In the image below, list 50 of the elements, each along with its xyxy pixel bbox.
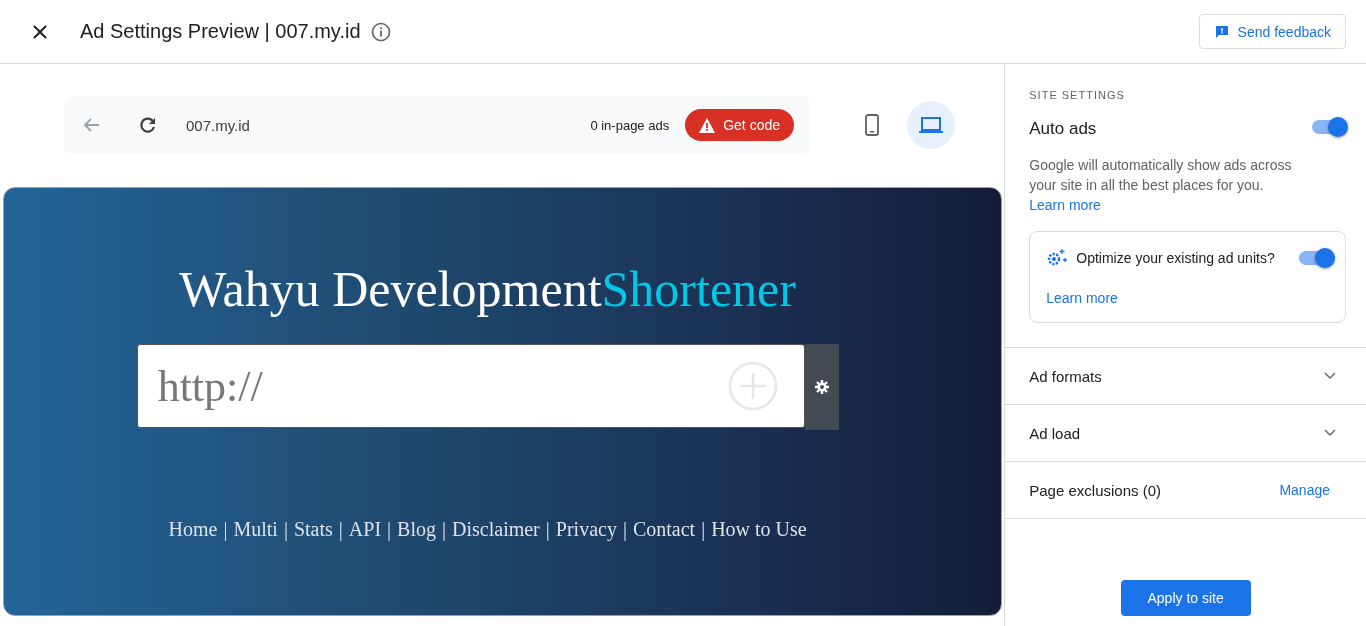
send-feedback-button[interactable]: Send feedback bbox=[1198, 14, 1346, 49]
nav-separator: | bbox=[701, 518, 706, 541]
page-title: Ad Settings Preview | 007.my.id bbox=[80, 20, 361, 43]
nav-link[interactable]: Home bbox=[168, 518, 218, 541]
manage-link[interactable]: Manage bbox=[1279, 482, 1330, 498]
warning-icon bbox=[699, 117, 716, 133]
chevron-down-icon[interactable] bbox=[1324, 429, 1336, 437]
nav-separator: | bbox=[387, 518, 392, 541]
nav-link[interactable]: API bbox=[348, 518, 382, 541]
get-code-button[interactable]: Get code bbox=[685, 109, 794, 141]
ads-count: 0 in-page ads bbox=[590, 117, 670, 133]
learn-more-link[interactable]: Learn more bbox=[1029, 197, 1101, 213]
refresh-icon[interactable] bbox=[138, 115, 158, 135]
auto-ads-description: Google will automatically show ads across your site in all the best places for you. Learn more bbox=[1029, 156, 1293, 215]
nav-link[interactable]: Stats bbox=[293, 518, 333, 541]
optimize-toggle[interactable] bbox=[1299, 251, 1333, 265]
close-icon[interactable] bbox=[32, 23, 48, 40]
nav-separator: | bbox=[338, 518, 343, 541]
nav-separator: | bbox=[223, 518, 228, 541]
url-input-field[interactable]: http:// bbox=[136, 344, 805, 428]
nav-separator: | bbox=[545, 518, 550, 541]
nav-link[interactable]: Contact bbox=[632, 518, 696, 541]
section-title: Ad formats bbox=[1029, 367, 1102, 385]
section-title: Page exclusions (0) bbox=[1029, 481, 1161, 499]
nav-link[interactable]: How to Use bbox=[711, 518, 807, 541]
laptop-icon bbox=[919, 116, 943, 134]
feedback-icon bbox=[1213, 23, 1230, 40]
nav-separator: | bbox=[442, 518, 447, 541]
site-title: Wahyu DevelopmentShortener bbox=[179, 260, 796, 318]
laptop-view-button[interactable] bbox=[907, 101, 955, 149]
nav-link[interactable]: Blog bbox=[397, 518, 436, 541]
chevron-down-icon[interactable] bbox=[1324, 372, 1336, 380]
learn-more-link[interactable]: Learn more bbox=[1046, 290, 1333, 306]
nav-separator: | bbox=[622, 518, 627, 541]
phone-icon bbox=[865, 114, 879, 136]
optimize-label: Optimize your existing ad units? bbox=[1076, 250, 1275, 266]
nav-link[interactable]: Disclaimer bbox=[452, 518, 540, 541]
gear-icon bbox=[814, 380, 829, 394]
preview-url: 007.my.id bbox=[186, 116, 250, 134]
auto-ads-label: Auto ads bbox=[1029, 119, 1097, 139]
nav-link[interactable]: Privacy bbox=[555, 518, 617, 541]
info-icon[interactable] bbox=[370, 21, 391, 42]
section-title: Ad load bbox=[1029, 424, 1081, 442]
gear-sparkle-icon bbox=[1046, 248, 1069, 268]
nav-separator: | bbox=[283, 518, 288, 541]
settings-button[interactable] bbox=[804, 344, 839, 430]
auto-ads-toggle[interactable] bbox=[1312, 120, 1346, 134]
nav-link[interactable]: Multi bbox=[233, 518, 278, 541]
section-label: SITE SETTINGS bbox=[1029, 89, 1126, 101]
apply-to-site-button[interactable]: Apply to site bbox=[1120, 580, 1251, 616]
